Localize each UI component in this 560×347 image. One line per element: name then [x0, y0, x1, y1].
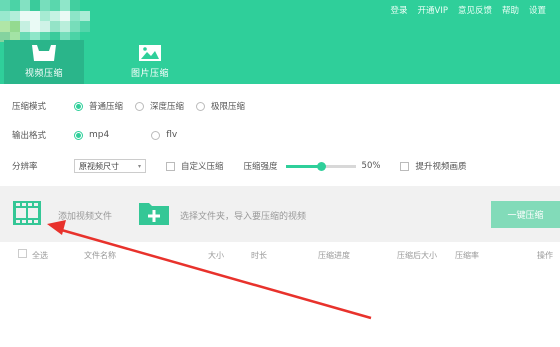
slider-thumb[interactable] — [316, 161, 326, 171]
app-window: 登录 开通VIP 意见反馈 帮助 设置 视频压缩 图片压缩 压缩模式 普通压缩 … — [0, 0, 560, 347]
format-label: 输出格式 — [12, 131, 47, 141]
strength-label: 压缩强度 — [243, 162, 278, 172]
toolbar: 添加视频文件 选择文件夹，导入要压缩的视频 — [0, 186, 560, 242]
folder-add-icon — [138, 200, 170, 230]
feedback-link[interactable]: 意见反馈 — [458, 4, 492, 16]
format-option-label: mp4 — [89, 130, 110, 140]
checkbox[interactable] — [166, 161, 175, 171]
enhance-quality-label: 提升视频画质 — [415, 162, 467, 172]
settings-panel: 压缩模式 普通压缩 深度压缩 极限压缩 输出格式 mp4 flv 分辨率 原视频… — [0, 84, 560, 186]
radio-unchecked[interactable] — [196, 101, 206, 111]
format-option-flv[interactable]: flv — [151, 130, 177, 140]
resolution-value: 原视频尺寸 — [79, 161, 119, 171]
settings-link[interactable]: 设置 — [529, 4, 546, 16]
strength-value: 50% — [361, 161, 381, 171]
chevron-down-icon: ▾ — [137, 162, 141, 170]
select-folder-label: 选择文件夹，导入要压缩的视频 — [180, 211, 307, 222]
help-link[interactable]: 帮助 — [502, 4, 519, 16]
app-logo — [0, 0, 110, 42]
resolution-label: 分辨率 — [12, 162, 38, 172]
file-table-header: 全选 文件名称 大小 时长 压缩进度 压缩后大小 压缩率 操作 — [0, 248, 560, 264]
login-link[interactable]: 登录 — [390, 4, 407, 16]
tab-image-label: 图片压缩 — [130, 69, 169, 79]
radio-checked[interactable] — [74, 130, 83, 140]
add-video-button[interactable]: 添加视频文件 — [12, 200, 112, 230]
radio-unchecked[interactable] — [135, 101, 145, 111]
format-row: 输出格式 mp4 flv — [12, 127, 189, 143]
checkbox[interactable] — [400, 161, 410, 171]
add-video-label: 添加视频文件 — [58, 211, 113, 222]
select-all-label[interactable]: 全选 — [32, 250, 48, 261]
select-folder-button[interactable]: 选择文件夹，导入要压缩的视频 — [138, 200, 306, 230]
custom-compress-label: 自定义压缩 — [181, 162, 224, 172]
top-nav: 登录 开通VIP 意见反馈 帮助 设置 — [390, 3, 546, 17]
radio-unchecked[interactable] — [151, 130, 161, 140]
col-progress: 压缩进度 — [318, 251, 350, 260]
resolution-row: 分辨率 原视频尺寸 ▾ 自定义压缩 压缩强度 50% 提升视频画质 — [12, 158, 478, 174]
tab-video-label: 视频压缩 — [24, 69, 63, 79]
col-ratio: 压缩率 — [455, 251, 479, 260]
film-icon — [12, 200, 42, 230]
mode-option-label: 普通压缩 — [89, 102, 124, 112]
col-duration: 时长 — [251, 251, 267, 260]
enhance-quality-option[interactable]: 提升视频画质 — [400, 160, 466, 172]
tab-video-compress[interactable]: 视频压缩 — [4, 40, 84, 84]
col-compressed-size: 压缩后大小 — [397, 251, 437, 260]
video-compress-icon — [29, 43, 59, 63]
col-size: 大小 — [208, 251, 224, 260]
slider-fill — [285, 164, 321, 168]
select-all-checkbox[interactable] — [18, 249, 27, 260]
mode-label: 压缩模式 — [12, 102, 47, 112]
mode-option-deep[interactable]: 深度压缩 — [135, 100, 184, 112]
custom-compress-option[interactable]: 自定义压缩 — [166, 160, 224, 172]
format-option-mp4[interactable]: mp4 — [74, 130, 109, 140]
radio-checked[interactable] — [74, 101, 83, 111]
one-click-compress-button[interactable]: 一键压缩 — [491, 201, 560, 228]
tab-image-compress[interactable]: 图片压缩 — [110, 40, 190, 84]
mode-option-label: 深度压缩 — [150, 102, 185, 112]
format-option-label: flv — [166, 130, 178, 140]
col-actions: 操作 — [537, 251, 553, 260]
image-icon — [137, 43, 163, 63]
col-filename: 文件名称 — [84, 251, 116, 260]
vip-link[interactable]: 开通VIP — [418, 4, 448, 16]
header: 登录 开通VIP 意见反馈 帮助 设置 视频压缩 图片压缩 — [0, 0, 560, 84]
strength-slider[interactable] — [285, 161, 356, 171]
mode-option-normal[interactable]: 普通压缩 — [74, 100, 123, 112]
mode-row: 压缩模式 普通压缩 深度压缩 极限压缩 — [12, 98, 257, 114]
mode-option-label: 极限压缩 — [211, 102, 246, 112]
resolution-select[interactable]: 原视频尺寸 ▾ — [74, 159, 146, 173]
mode-option-extreme[interactable]: 极限压缩 — [196, 100, 245, 112]
